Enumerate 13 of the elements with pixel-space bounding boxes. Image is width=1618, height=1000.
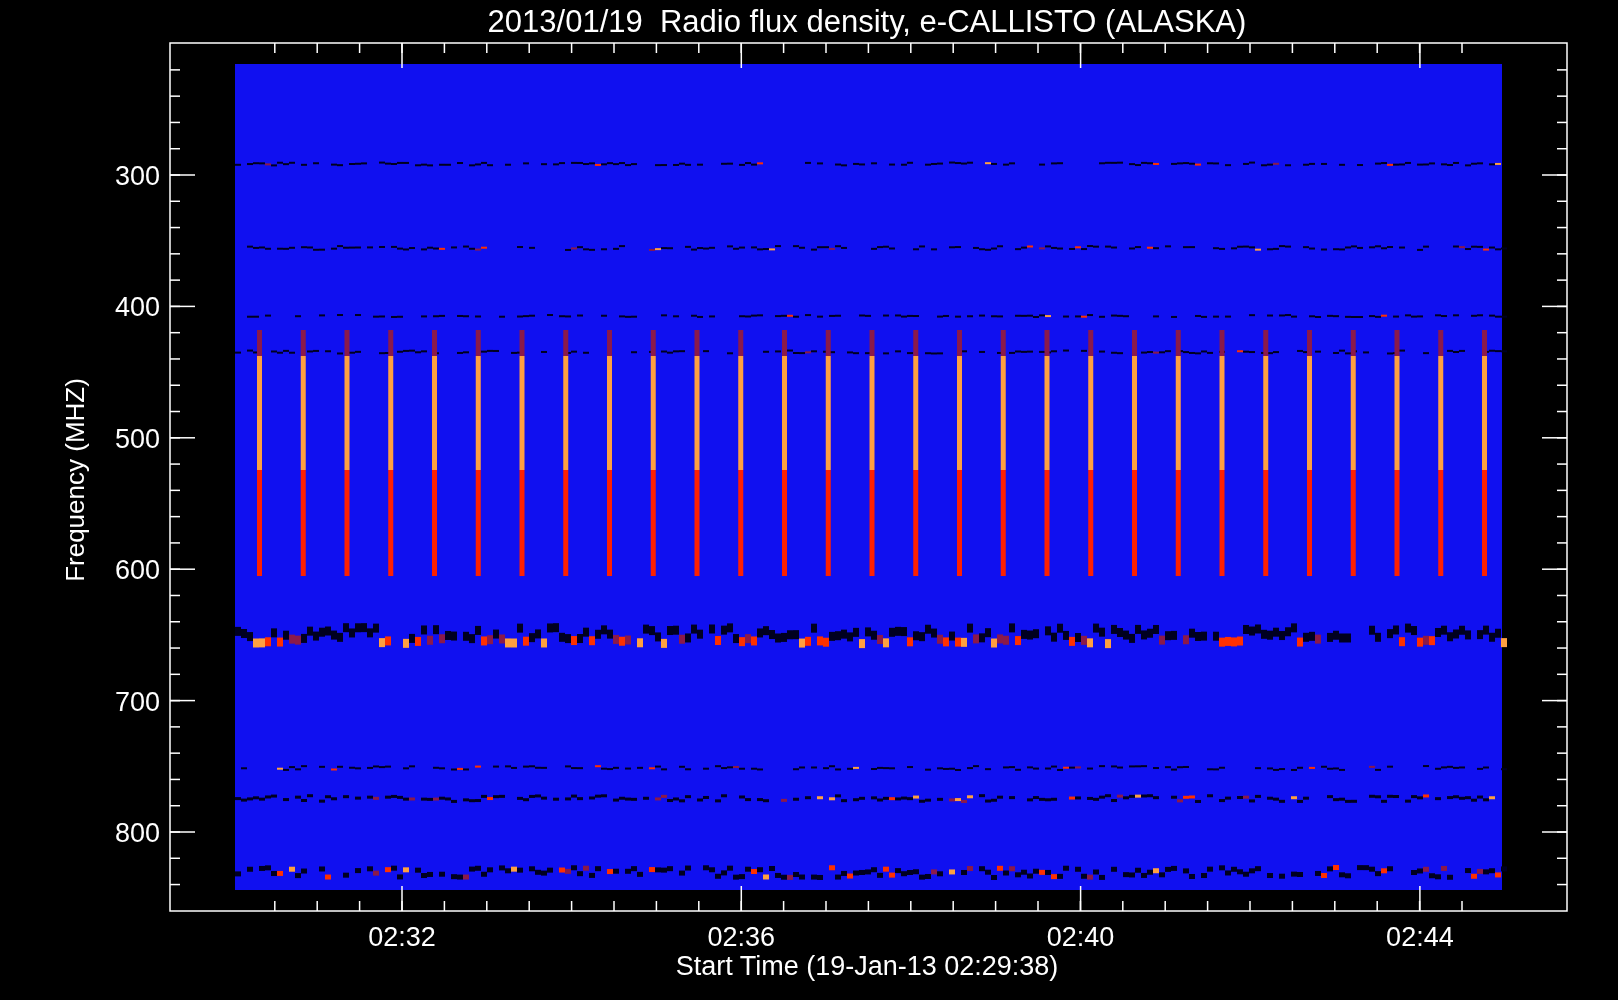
- x-axis-label: Start Time (19-Jan-13 02:29:38): [675, 951, 1059, 981]
- y-tick-label: 400: [114, 292, 160, 323]
- y-tick-label: 500: [114, 423, 160, 454]
- x-tick-label: 02:36: [707, 922, 776, 952]
- x-tick-label: 02:40: [1046, 922, 1115, 952]
- y-tick-label: 300: [114, 161, 160, 191]
- y-tick-label: 600: [114, 555, 160, 586]
- y-axis-label: Frequency (MHZ): [60, 378, 90, 582]
- y-tick-label: 700: [114, 686, 160, 717]
- x-tick-label: 02:32: [368, 922, 436, 952]
- x-tick-label: 02:44: [1386, 922, 1454, 952]
- y-tick-label: 800: [114, 818, 160, 848]
- chart-title: 2013/01/19 Radio flux density, e-CALLISTO (ALASKA): [487, 4, 1247, 39]
